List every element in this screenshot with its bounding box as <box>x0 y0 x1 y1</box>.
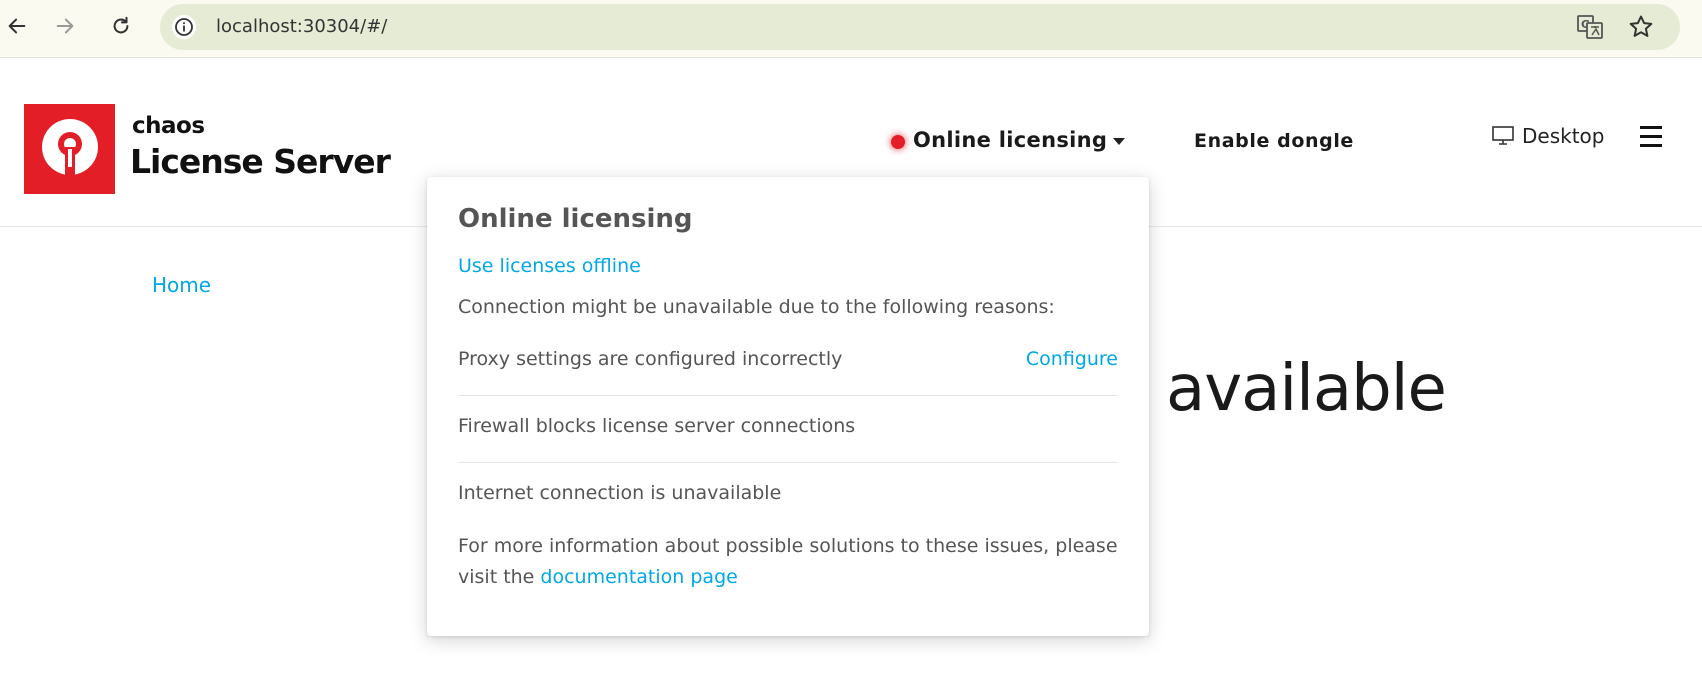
hamburger-menu-icon[interactable] <box>1640 126 1662 148</box>
use-licenses-offline-link[interactable]: Use licenses offline <box>458 255 641 277</box>
caret-down-icon <box>1113 138 1126 145</box>
panel-title: Online licensing <box>458 204 693 234</box>
page-title: available <box>1166 352 1447 426</box>
site-info-icon[interactable] <box>172 15 196 39</box>
desktop-label: Desktop <box>1522 124 1605 148</box>
reasons-intro-text: Connection might be unavailable due to t… <box>458 296 1055 318</box>
breadcrumb-home-link[interactable]: Home <box>152 273 211 297</box>
divider <box>458 462 1118 463</box>
configure-proxy-link[interactable]: Configure <box>1026 348 1118 370</box>
brand-name-big: License Server <box>130 142 391 181</box>
bookmark-star-icon[interactable] <box>1628 14 1654 40</box>
reason-text: Internet connection is unavailable <box>458 482 782 504</box>
chaos-logo[interactable] <box>24 104 115 194</box>
licensing-mode-dropdown[interactable]: Online licensing <box>913 128 1126 152</box>
divider <box>458 395 1118 396</box>
url-text[interactable]: localhost:30304/#/ <box>216 16 387 37</box>
reload-icon <box>113 16 129 34</box>
status-indicator-dot <box>891 135 905 149</box>
monitor-icon <box>1492 126 1514 145</box>
licensing-mode-label: Online licensing <box>913 128 1108 152</box>
browser-toolbar: localhost:30304/#/ G <box>0 0 1702 58</box>
forward-button[interactable] <box>48 9 82 43</box>
brand-name-small: chaos <box>132 113 205 139</box>
enable-dongle-button[interactable]: Enable dongle <box>1194 130 1354 152</box>
address-bar[interactable]: localhost:30304/#/ G <box>160 4 1680 50</box>
arrow-left-icon <box>8 18 26 34</box>
reload-button[interactable] <box>104 9 138 43</box>
translate-icon[interactable]: G <box>1576 14 1604 40</box>
more-info-text: For more information about possible solu… <box>458 531 1118 593</box>
back-button[interactable] <box>0 9 34 43</box>
reason-text: Proxy settings are configured incorrectl… <box>458 348 843 370</box>
reason-text: Firewall blocks license server connectio… <box>458 415 856 437</box>
documentation-page-link[interactable]: documentation page <box>540 566 737 588</box>
arrow-right-icon <box>56 18 74 34</box>
desktop-button[interactable]: Desktop <box>1492 124 1604 148</box>
online-licensing-dropdown-panel: Online licensing Use licenses offline Co… <box>427 177 1149 636</box>
chaos-logo-icon <box>41 119 98 175</box>
